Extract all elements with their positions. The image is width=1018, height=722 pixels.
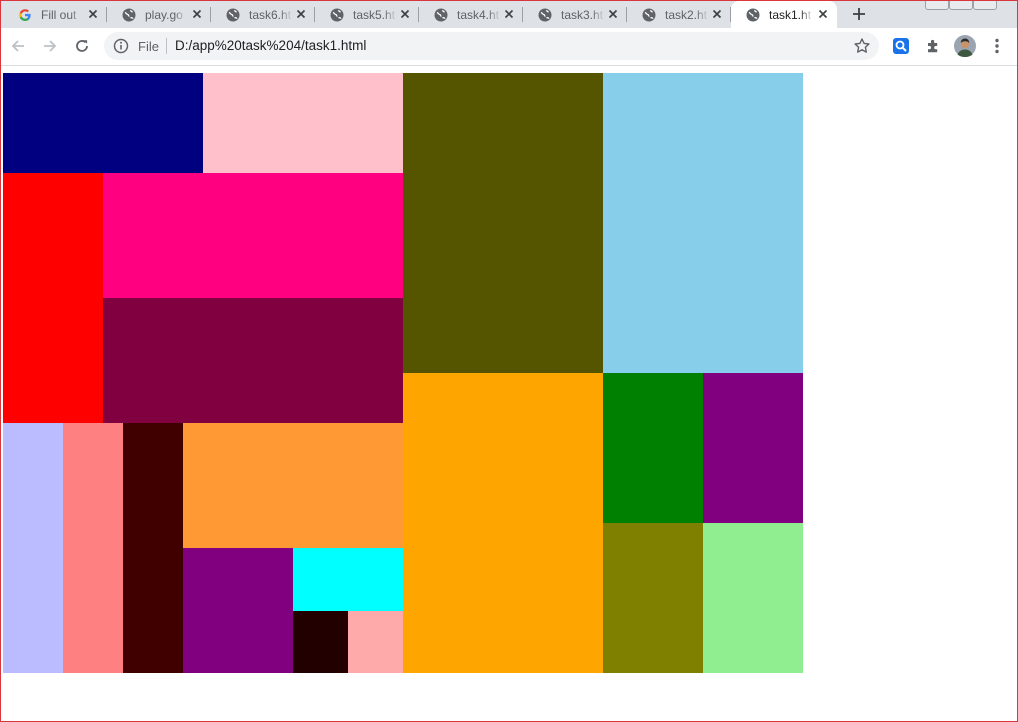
- close-icon[interactable]: [815, 6, 831, 22]
- globe-icon: [121, 7, 137, 23]
- navy-block: [3, 73, 203, 173]
- purple-block: [183, 548, 293, 673]
- new-tab-button[interactable]: [847, 2, 871, 26]
- light-pink-block: [348, 611, 403, 673]
- close-icon[interactable]: [293, 6, 309, 22]
- back-button[interactable]: [6, 34, 30, 58]
- hotpink-block: [103, 173, 403, 298]
- page-viewport: [1, 66, 1017, 721]
- star-icon[interactable]: [853, 37, 871, 55]
- reload-button[interactable]: [70, 34, 94, 58]
- forward-button[interactable]: [38, 34, 62, 58]
- tab-title: task5.ht: [353, 7, 396, 22]
- lavender-block: [3, 423, 63, 673]
- close-icon[interactable]: [501, 6, 517, 22]
- black-brown-block: [293, 611, 348, 673]
- maroon-block: [103, 298, 403, 423]
- tab-task5[interactable]: task5.ht: [315, 1, 419, 28]
- close-icon[interactable]: [605, 6, 621, 22]
- globe-icon: [433, 7, 449, 23]
- globe-icon: [641, 7, 657, 23]
- search-extension-button[interactable]: [889, 34, 913, 58]
- info-icon[interactable]: [113, 38, 129, 54]
- olive-block: [603, 523, 703, 673]
- plus-icon: [853, 8, 865, 20]
- tab-title: task2.ht: [665, 7, 708, 22]
- tab-task3[interactable]: task3.ht: [523, 1, 627, 28]
- tab-fill-out[interactable]: Fill out: [3, 1, 107, 28]
- kebab-menu-icon: [995, 38, 999, 54]
- globe-icon: [537, 7, 553, 23]
- url-text[interactable]: D:/app%20task%204/task1.html: [175, 38, 366, 53]
- google-icon: [17, 7, 33, 23]
- search-extension-icon: [893, 38, 909, 54]
- tab-title: task3.ht: [561, 7, 604, 22]
- tab-title: task6.ht: [249, 7, 292, 22]
- lightorange-block: [183, 423, 403, 548]
- globe-icon: [225, 7, 241, 23]
- tab-title: task1.ht: [769, 7, 812, 22]
- red-block: [3, 173, 103, 423]
- tab-task2[interactable]: task2.ht: [627, 1, 731, 28]
- skyblue-block: [603, 73, 803, 373]
- tab-task6[interactable]: task6.ht: [211, 1, 315, 28]
- back-arrow-icon: [11, 40, 24, 52]
- minimize-button[interactable]: [925, 1, 949, 10]
- scheme-chip: File: [138, 39, 159, 54]
- address-bar[interactable]: File D:/app%20task%204/task1.html: [104, 32, 879, 60]
- puzzle-icon: [928, 39, 938, 53]
- extensions-button[interactable]: [921, 34, 945, 58]
- reload-icon: [76, 40, 88, 52]
- globe-icon: [329, 7, 345, 23]
- close-window-button[interactable]: [973, 1, 997, 10]
- tab-task1[interactable]: task1.ht: [731, 1, 837, 28]
- olive-dark-block: [403, 73, 603, 373]
- cyan-block: [293, 548, 403, 611]
- close-icon[interactable]: [709, 6, 725, 22]
- close-icon[interactable]: [189, 6, 205, 22]
- pink-block: [203, 73, 403, 173]
- darkred-block: [123, 423, 183, 673]
- orange-block: [403, 373, 603, 673]
- tab-task4[interactable]: task4.ht: [419, 1, 523, 28]
- close-icon[interactable]: [397, 6, 413, 22]
- forward-arrow-icon: [44, 40, 57, 52]
- close-icon[interactable]: [85, 6, 101, 22]
- tab-title: task4.ht: [457, 7, 500, 22]
- globe-icon: [745, 7, 761, 23]
- profile-button[interactable]: [953, 34, 977, 58]
- omnibox-divider: [166, 38, 167, 54]
- salmon-block: [63, 423, 123, 673]
- tab-strip: Fill out play.go task6.ht task5.ht task4…: [1, 1, 1017, 28]
- avatar: [954, 35, 976, 57]
- purple-right-block: [703, 373, 803, 523]
- browser-window: Fill out play.go task6.ht task5.ht task4…: [0, 0, 1018, 722]
- browser-toolbar: File D:/app%20task%204/task1.html: [1, 28, 1017, 66]
- menu-button[interactable]: [985, 34, 1009, 58]
- lightgreen-block: [703, 523, 803, 673]
- tab-play-go[interactable]: play.go: [107, 1, 211, 28]
- green-block: [603, 373, 703, 523]
- restore-button[interactable]: [949, 1, 973, 10]
- tab-title: Fill out: [41, 7, 77, 22]
- tab-title: play.go: [145, 7, 183, 22]
- window-controls: [923, 1, 1017, 11]
